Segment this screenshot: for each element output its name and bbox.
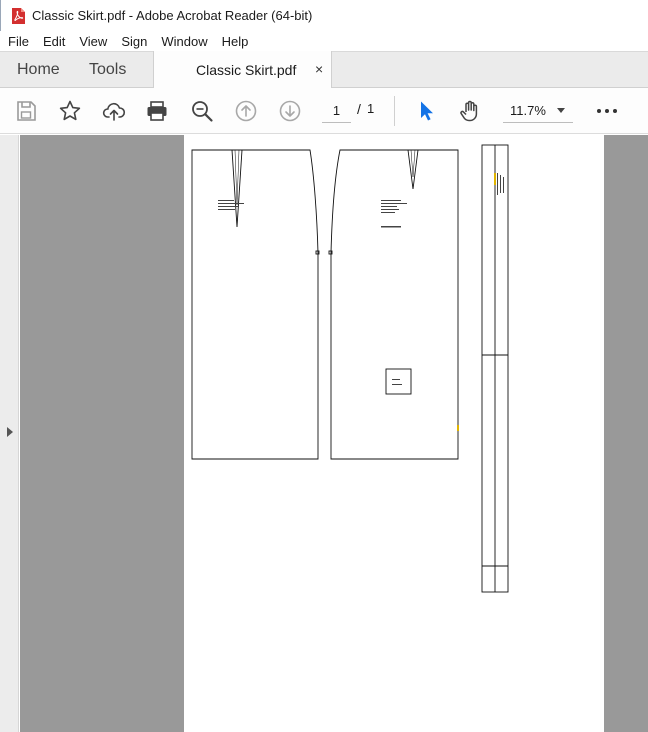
window-title: Classic Skirt.pdf - Adobe Acrobat Reader… bbox=[32, 8, 313, 23]
page-up-icon[interactable] bbox=[234, 99, 258, 123]
total-pages: 1 bbox=[367, 101, 375, 116]
zoom-dropdown[interactable]: 11.7% bbox=[503, 99, 573, 123]
bookmark-star-icon[interactable] bbox=[58, 99, 82, 123]
left-panel-strip bbox=[0, 135, 19, 732]
document-viewer[interactable] bbox=[20, 135, 648, 732]
menu-edit[interactable]: Edit bbox=[36, 34, 72, 49]
sewing-pattern-drawing bbox=[191, 144, 509, 593]
save-icon[interactable] bbox=[14, 99, 38, 123]
upload-cloud-icon[interactable] bbox=[102, 99, 126, 123]
tab-bar: Home Tools Classic Skirt.pdf × bbox=[0, 51, 648, 89]
more-icon[interactable] bbox=[597, 109, 617, 114]
page-down-icon[interactable] bbox=[278, 99, 302, 123]
menu-help[interactable]: Help bbox=[215, 34, 256, 49]
menu-view[interactable]: View bbox=[72, 34, 114, 49]
acrobat-pdf-icon bbox=[12, 7, 25, 24]
tab-tools[interactable]: Tools bbox=[89, 52, 126, 88]
menu-window[interactable]: Window bbox=[154, 34, 214, 49]
tab-document[interactable]: Classic Skirt.pdf × bbox=[153, 51, 332, 89]
zoom-search-icon[interactable] bbox=[190, 99, 214, 123]
menu-file[interactable]: File bbox=[0, 34, 36, 49]
menu-sign[interactable]: Sign bbox=[114, 34, 154, 49]
hand-tool-icon[interactable] bbox=[458, 99, 482, 123]
tab-home[interactable]: Home bbox=[17, 52, 60, 88]
pdf-page bbox=[184, 135, 604, 732]
tab-document-label: Classic Skirt.pdf bbox=[196, 62, 297, 78]
expand-panel-icon[interactable] bbox=[7, 427, 13, 437]
menu-bar: File Edit View Sign Window Help bbox=[0, 31, 648, 51]
toolbar-divider bbox=[394, 96, 395, 126]
title-bar: Classic Skirt.pdf - Adobe Acrobat Reader… bbox=[0, 0, 648, 31]
chevron-down-icon bbox=[557, 108, 565, 113]
current-page-input[interactable]: 1 bbox=[322, 99, 351, 123]
zoom-value: 11.7% bbox=[510, 103, 546, 118]
toolbar: 1 / 1 11.7% bbox=[0, 88, 648, 134]
select-cursor-icon[interactable] bbox=[414, 99, 438, 123]
print-icon[interactable] bbox=[145, 99, 169, 123]
close-icon[interactable]: × bbox=[315, 61, 323, 77]
page-separator: / bbox=[357, 101, 361, 117]
